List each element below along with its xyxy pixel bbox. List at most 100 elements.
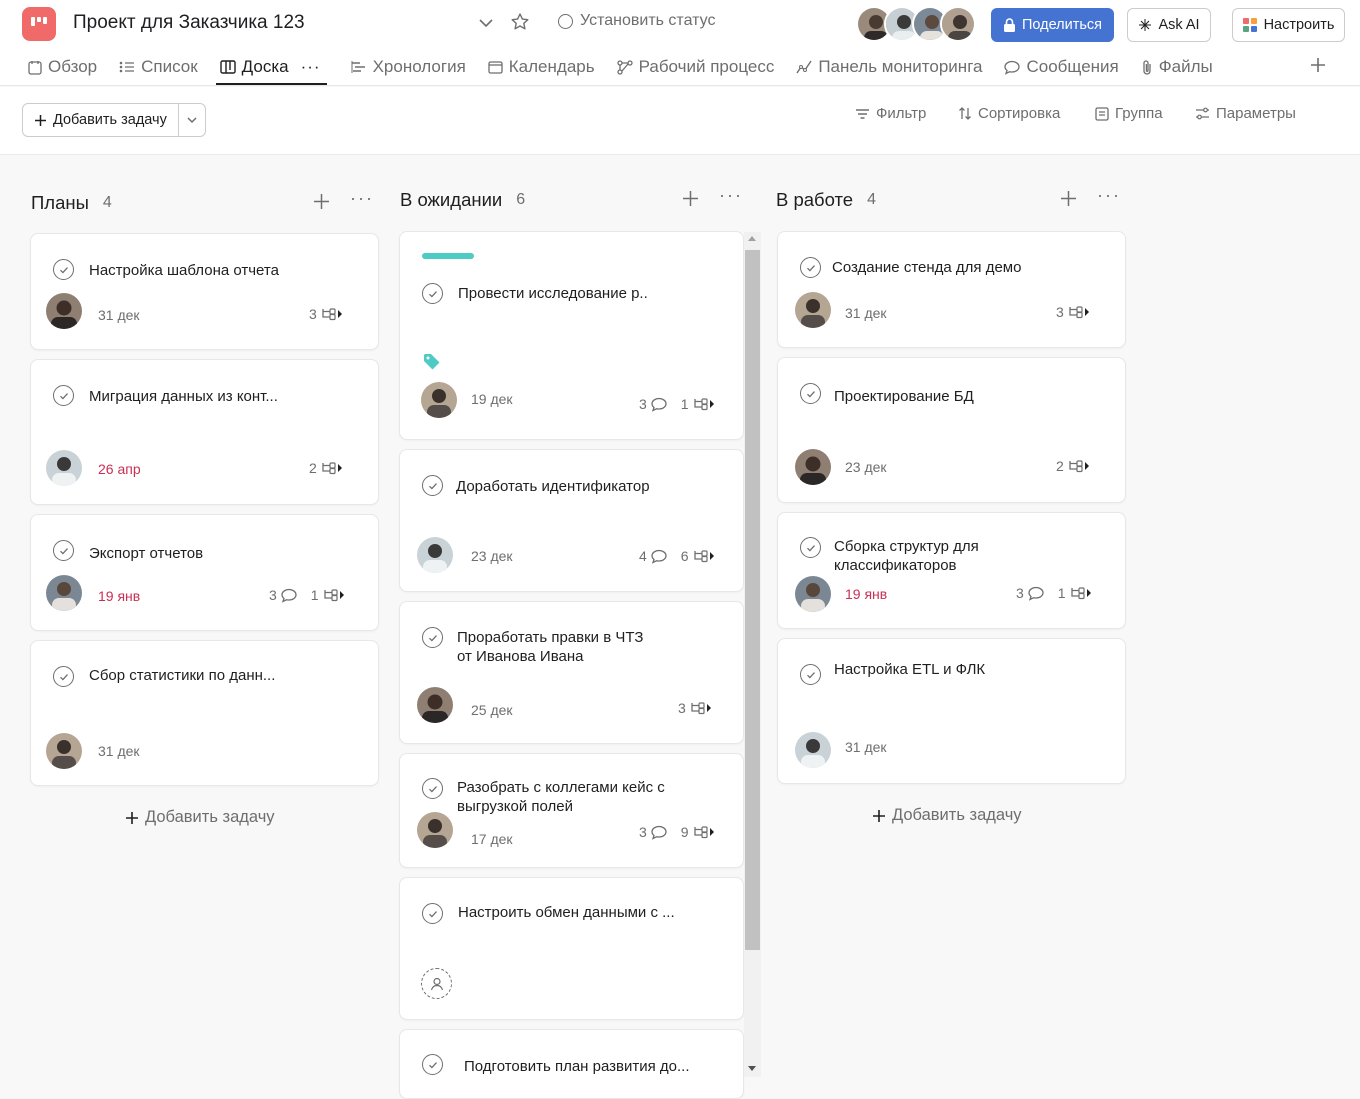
task-card[interactable]: Сборка структур для классификаторов 19 ян… (777, 512, 1126, 629)
assignee-avatar[interactable] (417, 537, 453, 573)
column-title[interactable]: Планы (31, 192, 89, 214)
complete-check-icon[interactable] (53, 385, 74, 406)
column-more-icon[interactable]: ··· (1097, 185, 1121, 206)
project-title[interactable]: Проект для Заказчика 123 (73, 12, 305, 34)
set-status-button[interactable]: Установить статус (558, 12, 715, 30)
due-date[interactable]: 19 янв (845, 586, 887, 602)
column-scrollbar[interactable] (744, 232, 761, 1077)
chevron-down-icon[interactable] (477, 14, 495, 32)
column-more-icon[interactable]: ··· (719, 185, 743, 206)
star-icon[interactable] (510, 12, 530, 32)
task-card[interactable]: Разобрать с коллегами кейс с выгрузкой по… (399, 753, 744, 868)
unassigned-avatar-icon[interactable] (421, 968, 452, 999)
tab-more-icon[interactable]: ··· (301, 57, 321, 77)
task-card[interactable]: Доработать идентификатор 23 дек 4 6 (399, 449, 744, 592)
ask-ai-button[interactable]: Ask AI (1127, 8, 1211, 42)
column-more-icon[interactable]: ··· (350, 188, 374, 209)
assignee-avatar[interactable] (46, 733, 82, 769)
share-button[interactable]: Поделиться (991, 8, 1114, 42)
comments-count[interactable]: 3 (269, 587, 297, 603)
tag-icon[interactable] (423, 353, 441, 371)
members-avatars[interactable] (856, 6, 976, 42)
column-title[interactable]: В ожидании (400, 189, 502, 211)
tab-calendar[interactable]: Календарь (488, 50, 595, 84)
due-date[interactable]: 19 дек (471, 391, 513, 407)
complete-check-icon[interactable] (422, 627, 443, 648)
subtasks-count[interactable]: 3 (309, 306, 343, 322)
complete-check-icon[interactable] (422, 475, 443, 496)
assignee-avatar[interactable] (46, 450, 82, 486)
customize-button[interactable]: Настроить (1232, 8, 1345, 42)
complete-check-icon[interactable] (800, 257, 821, 278)
add-tab-plus-icon[interactable] (1309, 56, 1327, 74)
complete-check-icon[interactable] (422, 903, 443, 924)
tab-list[interactable]: Список (119, 50, 198, 84)
task-card[interactable]: Проработать правки в ЧТЗ от Иванова Ивана… (399, 601, 744, 744)
tab-dashboard[interactable]: Панель мониторинга (796, 50, 982, 84)
assignee-avatar[interactable] (421, 382, 457, 418)
due-date[interactable]: 25 дек (471, 702, 513, 718)
column-add-plus-icon[interactable] (1060, 190, 1077, 207)
assignee-avatar[interactable] (795, 292, 831, 328)
tab-board[interactable]: Доска ··· (215, 50, 327, 85)
task-card[interactable]: Миграция данных из конт... 26 апр 2 (30, 359, 379, 505)
project-logo-icon[interactable] (22, 7, 56, 41)
tab-workflow[interactable]: Рабочий процесс (616, 50, 774, 84)
filter-button[interactable]: Фильтр (855, 105, 926, 122)
due-date[interactable]: 23 дек (471, 548, 513, 564)
add-task-dropdown[interactable] (179, 104, 205, 136)
column-add-plus-icon[interactable] (313, 193, 330, 210)
task-card[interactable]: Сбор статистики по данн... 31 дек (30, 640, 379, 786)
comments-count[interactable]: 3 (639, 396, 667, 412)
task-card[interactable]: Настройка шаблона отчета 31 дек 3 (30, 233, 379, 350)
assignee-avatar[interactable] (795, 576, 831, 612)
task-card[interactable]: Экспорт отчетов 19 янв 3 1 (30, 514, 379, 631)
due-date[interactable]: 31 дек (98, 307, 140, 323)
assignee-avatar[interactable] (417, 687, 453, 723)
task-card[interactable]: Подготовить план развития до... (399, 1029, 744, 1099)
tab-files[interactable]: Файлы (1141, 50, 1213, 84)
subtasks-count[interactable]: 1 (311, 587, 345, 603)
tab-messages[interactable]: Сообщения (1004, 50, 1119, 84)
comments-count[interactable]: 3 (639, 824, 667, 840)
subtasks-count[interactable]: 2 (1056, 458, 1090, 474)
scroll-up-arrow-icon[interactable] (748, 236, 756, 241)
column-title[interactable]: В работе (776, 189, 853, 211)
subtasks-count[interactable]: 3 (678, 700, 712, 716)
subtasks-count[interactable]: 9 (681, 824, 715, 840)
complete-check-icon[interactable] (422, 778, 443, 799)
assignee-avatar[interactable] (417, 812, 453, 848)
complete-check-icon[interactable] (53, 259, 74, 280)
due-date[interactable]: 31 дек (98, 743, 140, 759)
assignee-avatar[interactable] (46, 575, 82, 611)
assignee-avatar[interactable] (795, 449, 831, 485)
complete-check-icon[interactable] (800, 664, 821, 685)
sort-button[interactable]: Сортировка (958, 105, 1060, 122)
subtasks-count[interactable]: 1 (1058, 585, 1092, 601)
complete-check-icon[interactable] (53, 666, 74, 687)
complete-check-icon[interactable] (422, 283, 443, 304)
due-date[interactable]: 31 дек (845, 305, 887, 321)
task-card[interactable]: Настроить обмен данными с ... (399, 877, 744, 1020)
task-card[interactable]: Создание стенда для демо 31 дек 3 (777, 231, 1126, 348)
comments-count[interactable]: 3 (1016, 585, 1044, 601)
scroll-thumb[interactable] (745, 250, 760, 950)
due-date[interactable]: 19 янв (98, 588, 140, 604)
subtasks-count[interactable]: 6 (681, 548, 715, 564)
group-button[interactable]: Группа (1095, 105, 1163, 122)
subtasks-count[interactable]: 2 (309, 460, 343, 476)
add-task-bottom-button[interactable]: Добавить задачу (125, 808, 275, 827)
due-date[interactable]: 23 дек (845, 459, 887, 475)
options-button[interactable]: Параметры (1195, 105, 1296, 122)
complete-check-icon[interactable] (800, 537, 821, 558)
due-date[interactable]: 17 дек (471, 831, 513, 847)
tab-timeline[interactable]: Хронология (351, 50, 466, 84)
assignee-avatar[interactable] (795, 732, 831, 768)
column-add-plus-icon[interactable] (682, 190, 699, 207)
task-card[interactable]: Провести исследование р.. 19 дек 3 1 (399, 231, 744, 440)
tab-overview[interactable]: Обзор (28, 50, 97, 84)
due-date[interactable]: 31 дек (845, 739, 887, 755)
task-card[interactable]: Настройка ETL и ФЛК 31 дек (777, 638, 1126, 784)
comments-count[interactable]: 4 (639, 548, 667, 564)
complete-check-icon[interactable] (800, 383, 821, 404)
